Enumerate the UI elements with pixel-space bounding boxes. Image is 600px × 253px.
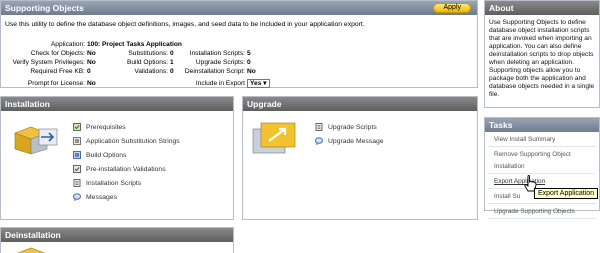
check-objects-label: Check for Objects:: [30, 50, 85, 57]
deinstallation-title: Deinstallation: [5, 230, 61, 240]
build-options-item-label: Build Options: [86, 151, 127, 159]
include-export-value: Yes: [250, 80, 262, 87]
verify-privileges-label: Verify System Privileges:: [12, 59, 85, 66]
validations-label: Validations:: [134, 68, 168, 75]
installation-item-scripts[interactable]: Installation Scripts: [73, 179, 141, 187]
tasks-header: Tasks: [485, 118, 599, 132]
build-options-icon: [73, 151, 81, 159]
about-header: About: [485, 1, 599, 15]
include-export-select[interactable]: Yes ▾: [247, 79, 270, 88]
prompt-license-value: No: [87, 80, 96, 87]
upgrade-region: Upgrade Upgrade Scripts Upgrade Message: [242, 96, 478, 220]
task-view-install-summary[interactable]: View Install Summary: [488, 134, 596, 147]
installation-item-prerequisites[interactable]: Prerequisites: [73, 123, 126, 131]
installation-region: Installation Prerequisites Application S…: [0, 96, 234, 220]
about-title: About: [489, 3, 514, 13]
upgrade-scripts-value: 0: [247, 59, 251, 66]
tasks-title: Tasks: [489, 120, 513, 130]
task-remove-supporting-object[interactable]: Remove Supporting Object Installation: [488, 149, 594, 174]
upgrade-scripts-label: Upgrade Scripts:: [195, 59, 245, 66]
substitutions-value: 0: [170, 50, 174, 57]
installation-scripts-label: Installation Scripts:: [189, 50, 245, 57]
supporting-objects-region: Supporting Objects Apply Use this utilit…: [0, 0, 478, 88]
installation-item-validations[interactable]: Pre-installation Validations: [73, 165, 166, 173]
deinstallation-script-value: No: [247, 68, 256, 75]
prompt-license-label: Prompt for License:: [27, 80, 85, 87]
upgrade-title: Upgrade: [247, 99, 282, 109]
upgrade-message-label: Upgrade Message: [328, 137, 384, 145]
upgrade-item-message[interactable]: Upgrade Message: [315, 137, 384, 146]
apply-button[interactable]: Apply: [433, 3, 471, 13]
deinstallation-region: Deinstallation: [0, 227, 234, 253]
installation-item-build-options[interactable]: Build Options: [73, 151, 126, 159]
scripts-icon: [73, 179, 81, 187]
upgrade-header: Upgrade: [243, 97, 477, 111]
application-value: 100: Project Tasks Application: [87, 41, 182, 48]
supporting-objects-title: Supporting Objects: [5, 3, 84, 13]
validations-icon: [73, 165, 81, 173]
verify-privileges-value: No: [87, 59, 96, 66]
check-objects-value: No: [87, 50, 96, 57]
application-label: Application:: [50, 41, 85, 48]
substitution-strings-label: Application Substitution Strings: [86, 137, 180, 145]
free-kb-label: Required Free KB:: [30, 68, 85, 75]
deinstallation-script-label: Deinstallation Script:: [184, 68, 245, 75]
message-icon: [73, 193, 81, 202]
substitutions-label: Substitutions:: [128, 50, 168, 57]
free-kb-value: 0: [87, 68, 91, 75]
task-upgrade-supporting-objects[interactable]: Upgrade Supporting Objects: [488, 206, 596, 219]
build-options-value: 1: [170, 59, 174, 66]
upgrade-message-icon: [315, 137, 323, 146]
substitution-strings-icon: [73, 137, 81, 145]
include-export-label: Include in Export: [195, 80, 245, 88]
chevron-down-icon: ▾: [263, 80, 267, 87]
supporting-objects-description: Use this utility to define the database …: [5, 21, 365, 28]
upgrade-scripts-item-label: Upgrade Scripts: [328, 123, 377, 131]
tooltip: Export Application: [534, 188, 599, 199]
validations-value: 0: [170, 68, 174, 75]
deinstallation-icon: [16, 247, 46, 253]
installation-title: Installation: [5, 99, 50, 109]
installation-box-icon: [14, 126, 58, 155]
installation-item-substitution-strings[interactable]: Application Substitution Strings: [73, 137, 180, 145]
installation-scripts-item-label: Installation Scripts: [86, 179, 142, 187]
prerequisites-label: Prerequisites: [86, 123, 126, 131]
upgrade-item-scripts[interactable]: Upgrade Scripts: [315, 123, 377, 131]
messages-label: Messages: [86, 193, 117, 201]
about-text: Use Supporting Objects to define databas…: [489, 19, 595, 98]
installation-scripts-value: 5: [247, 50, 251, 57]
upgrade-scripts-icon: [315, 123, 323, 131]
prerequisites-icon: [73, 123, 81, 131]
supporting-objects-header: Supporting Objects Apply: [1, 1, 477, 15]
validations-item-label: Pre-installation Validations: [86, 165, 166, 173]
upgrade-icon: [252, 122, 296, 154]
installation-header: Installation: [1, 97, 233, 111]
installation-item-messages[interactable]: Messages: [73, 193, 117, 202]
about-region: About Use Supporting Objects to define d…: [484, 0, 600, 108]
build-options-label: Build Options:: [126, 59, 168, 66]
deinstallation-header: Deinstallation: [1, 228, 233, 242]
